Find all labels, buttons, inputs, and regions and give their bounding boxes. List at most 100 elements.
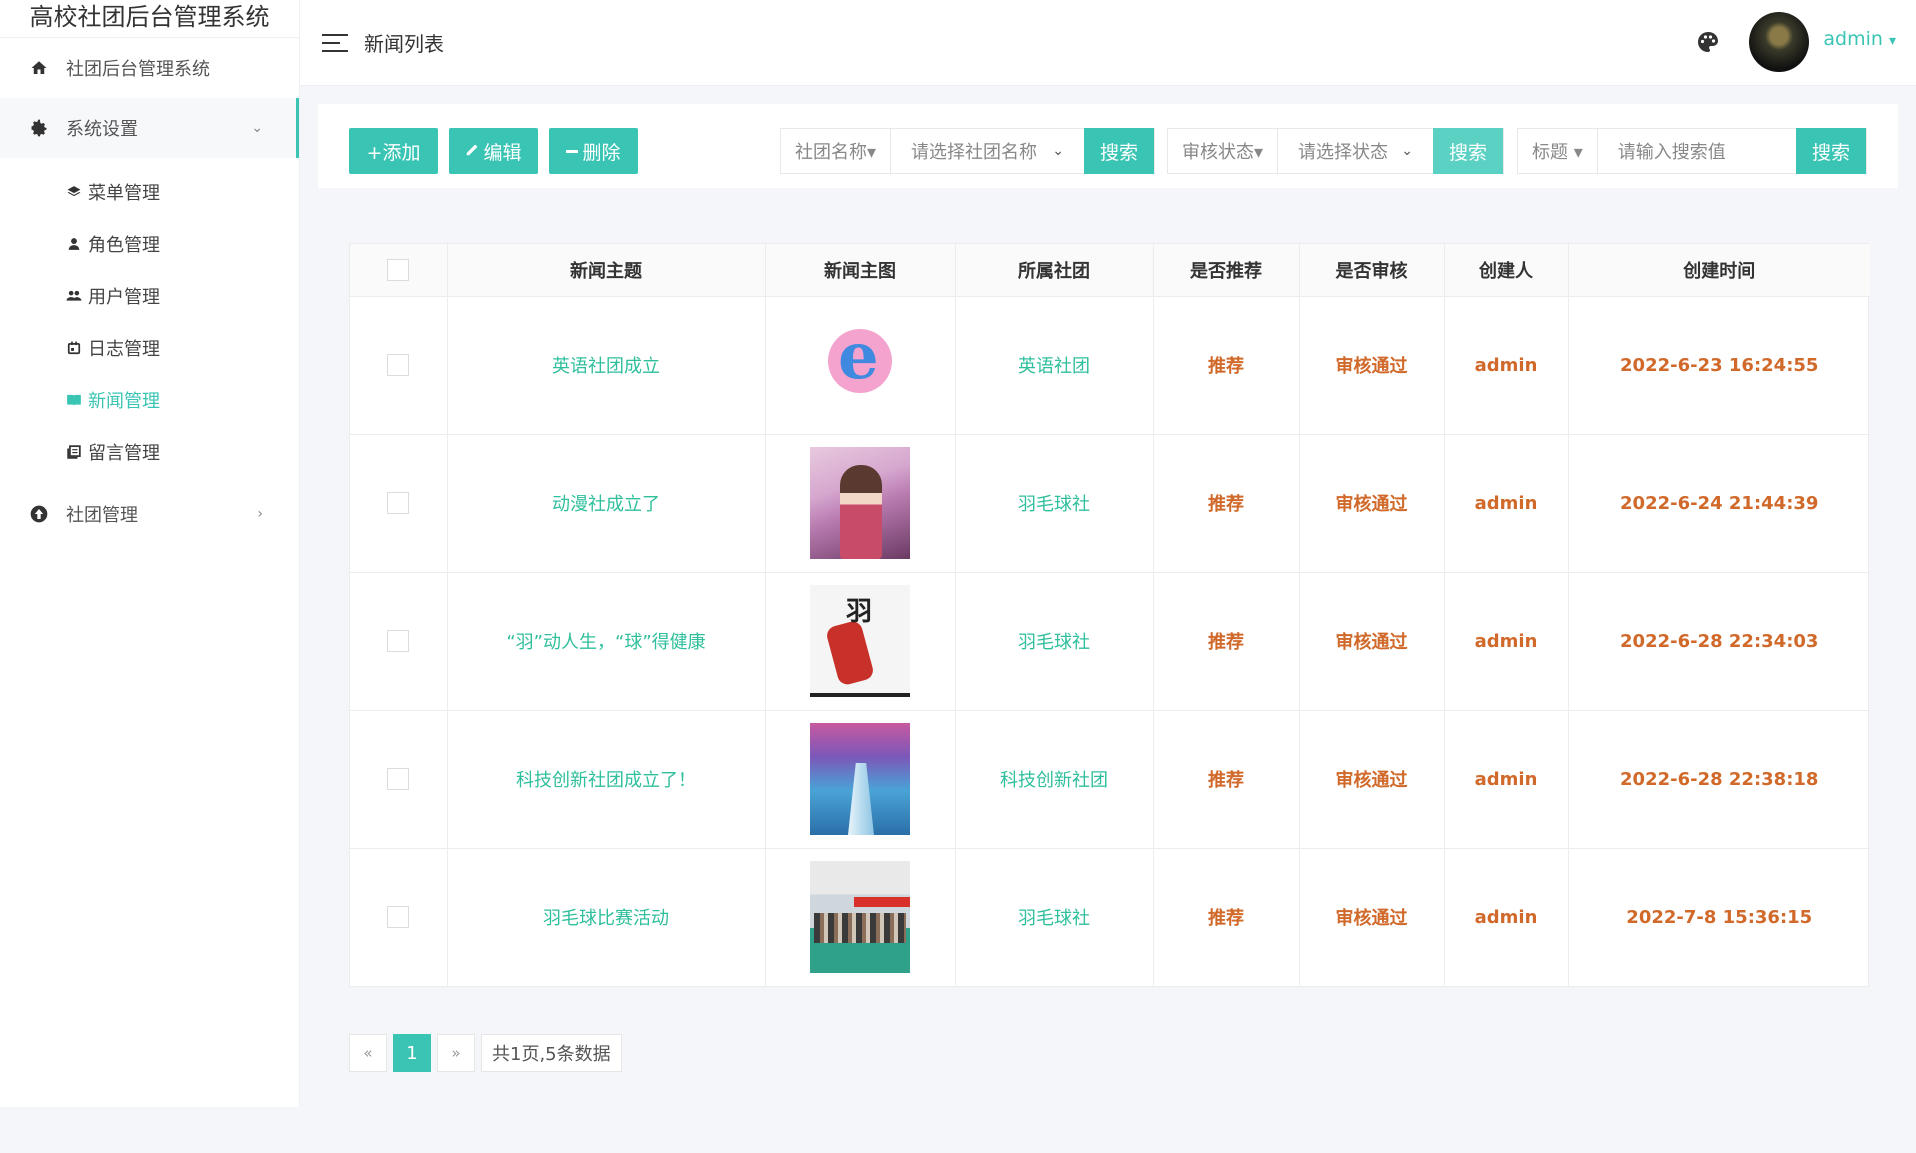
news-image-thumbnail[interactable] xyxy=(810,723,910,835)
sidebar-item-label: 日志管理 xyxy=(88,339,160,360)
table-row: 英语社团成立 e 英语社团 推荐 审核通过 admin 2022-6-23 16… xyxy=(350,296,1870,435)
avatar[interactable] xyxy=(1749,12,1809,72)
next-page-button[interactable]: » xyxy=(437,1034,475,1072)
sidebar-item-club-management[interactable]: 社团管理 › xyxy=(0,484,299,544)
sidebar-item-label: 留言管理 xyxy=(88,443,160,464)
created-time: 2022-6-24 21:44:39 xyxy=(1620,492,1819,514)
minus-icon xyxy=(566,149,579,153)
user-icon xyxy=(66,236,82,252)
message-icon xyxy=(66,444,82,460)
page-title: 新闻列表 xyxy=(364,32,444,56)
club-name: 英语社团 xyxy=(1018,356,1090,377)
club-filter-field-select[interactable]: 社团名称▾ xyxy=(781,129,892,173)
news-image-thumbnail[interactable]: 羽 xyxy=(810,585,910,697)
sidebar-item-menu-management[interactable]: 菜单管理 xyxy=(0,166,299,218)
sidebar-item-message-management[interactable]: 留言管理 xyxy=(0,426,299,478)
prev-page-button[interactable]: « xyxy=(349,1034,387,1072)
audit-status: 审核通过 xyxy=(1335,770,1408,791)
sidebar-item-user-management[interactable]: 用户管理 xyxy=(0,270,299,322)
settings-submenu: 菜单管理 角色管理 用户管理 日志管理 新闻管理 留言管理 xyxy=(0,158,299,478)
creator: admin xyxy=(1474,630,1538,652)
club-name: 羽毛球社 xyxy=(1018,494,1090,515)
table-row: 动漫社成立了 羽毛球社 推荐 审核通过 admin 2022-6-24 21:4… xyxy=(350,434,1870,573)
recommend-status: 推荐 xyxy=(1208,908,1244,930)
news-title-link[interactable]: 英语社团成立 xyxy=(552,356,660,377)
row-checkbox[interactable] xyxy=(387,630,410,652)
row-checkbox[interactable] xyxy=(387,768,410,790)
row-checkbox[interactable] xyxy=(387,492,410,514)
select-all-checkbox[interactable] xyxy=(387,258,410,281)
sidebar-item-label: 社团后台管理系统 xyxy=(66,59,210,80)
edit-button[interactable]: 编辑 xyxy=(449,128,538,174)
recommend-status: 推荐 xyxy=(1208,494,1244,515)
toolbar: +添加 编辑 删除 社团名称▾ 请选择社团名称 ⌄ 搜索 审核状态▾ 请选择状态… xyxy=(318,104,1898,188)
sidebar-item-home[interactable]: 社团后台管理系统 xyxy=(0,38,299,98)
home-icon xyxy=(28,57,50,79)
title-search-placeholder: 请输入搜索值 xyxy=(1617,142,1726,163)
delete-button[interactable]: 删除 xyxy=(549,128,638,174)
pagination-summary: 共1页,5条数据 xyxy=(481,1034,622,1072)
status-filter-field-select[interactable]: 审核状态▾ xyxy=(1168,129,1279,173)
audit-status: 审核通过 xyxy=(1335,356,1408,377)
delete-button-label: 删除 xyxy=(582,141,621,164)
club-name: 羽毛球社 xyxy=(1018,908,1090,930)
status-select[interactable]: 请选择状态 ⌄ xyxy=(1278,129,1433,173)
column-header: 是否审核 xyxy=(1299,244,1445,297)
chevron-down-icon: ⌄ xyxy=(1052,143,1064,159)
news-image-thumbnail[interactable]: e xyxy=(810,309,910,421)
palette-icon[interactable] xyxy=(1696,30,1720,54)
pencil-icon xyxy=(465,140,479,162)
news-image-thumbnail[interactable] xyxy=(810,447,910,559)
username: admin xyxy=(1823,28,1883,50)
status-search-button[interactable]: 搜索 xyxy=(1433,128,1503,174)
calendar-icon xyxy=(66,340,82,356)
page-number-button[interactable]: 1 xyxy=(393,1034,431,1072)
sidebar-item-label: 菜单管理 xyxy=(88,183,160,204)
sidebar-item-news-management[interactable]: 新闻管理 xyxy=(0,374,299,426)
chevron-right-icon: › xyxy=(257,506,263,522)
status-filter: 审核状态▾ 请选择状态 ⌄ 搜索 xyxy=(1167,128,1504,174)
news-title-link[interactable]: 动漫社成立了 xyxy=(552,494,660,515)
sidebar-item-system-settings[interactable]: 系统设置 ⌄ xyxy=(0,98,299,158)
recommend-status: 推荐 xyxy=(1208,356,1244,377)
club-name: 羽毛球社 xyxy=(1018,632,1090,653)
status-select-placeholder: 请选择状态 xyxy=(1298,142,1389,163)
creator: admin xyxy=(1474,354,1538,376)
club-search-button[interactable]: 搜索 xyxy=(1084,128,1154,174)
row-checkbox[interactable] xyxy=(387,906,410,929)
upload-icon xyxy=(28,503,50,525)
news-title-link[interactable]: “羽”动人生，“球”得健康 xyxy=(506,632,705,653)
sidebar-item-role-management[interactable]: 角色管理 xyxy=(0,218,299,270)
title-search-button[interactable]: 搜索 xyxy=(1796,128,1866,174)
layers-icon xyxy=(66,184,82,200)
news-table: 新闻主题 新闻主图 所属社团 是否推荐 是否审核 创建人 创建时间 英语社团成立… xyxy=(349,243,1870,987)
menu-toggle-icon[interactable] xyxy=(322,33,348,52)
sidebar-item-label: 用户管理 xyxy=(88,287,160,308)
column-header: 所属社团 xyxy=(955,244,1154,297)
created-time: 2022-6-23 16:24:55 xyxy=(1620,354,1819,376)
add-button[interactable]: +添加 xyxy=(349,128,438,174)
table-row: “羽”动人生，“球”得健康 羽 羽毛球社 推荐 审核通过 admin 2022-… xyxy=(350,572,1870,711)
club-select[interactable]: 请选择社团名称 ⌄ xyxy=(891,129,1084,173)
user-menu[interactable]: admin ▾ xyxy=(1823,28,1896,50)
row-checkbox[interactable] xyxy=(387,354,410,376)
club-filter: 社团名称▾ 请选择社团名称 ⌄ 搜索 xyxy=(780,128,1155,174)
users-icon xyxy=(66,288,82,304)
add-button-label: +添加 xyxy=(366,141,421,164)
app-title: 高校社团后台管理系统 xyxy=(0,0,299,38)
sidebar-item-label: 系统设置 xyxy=(66,119,138,140)
column-header: 是否推荐 xyxy=(1153,244,1300,297)
sidebar-item-log-management[interactable]: 日志管理 xyxy=(0,322,299,374)
column-header: 创建人 xyxy=(1444,244,1569,297)
news-image-thumbnail[interactable] xyxy=(810,861,910,974)
book-icon xyxy=(66,392,82,408)
title-search-input[interactable]: 请输入搜索值 xyxy=(1598,129,1796,173)
creator: admin xyxy=(1474,492,1538,514)
gear-icon xyxy=(28,117,50,139)
title-filter-field-select[interactable]: 标题 ▾ xyxy=(1518,129,1598,173)
news-title-link[interactable]: 科技创新社团成立了！ xyxy=(516,770,696,791)
edit-button-label: 编辑 xyxy=(483,141,522,164)
audit-status: 审核通过 xyxy=(1335,632,1408,653)
column-header: 创建时间 xyxy=(1568,244,1870,297)
news-title-link[interactable]: 羽毛球比赛活动 xyxy=(543,908,669,929)
